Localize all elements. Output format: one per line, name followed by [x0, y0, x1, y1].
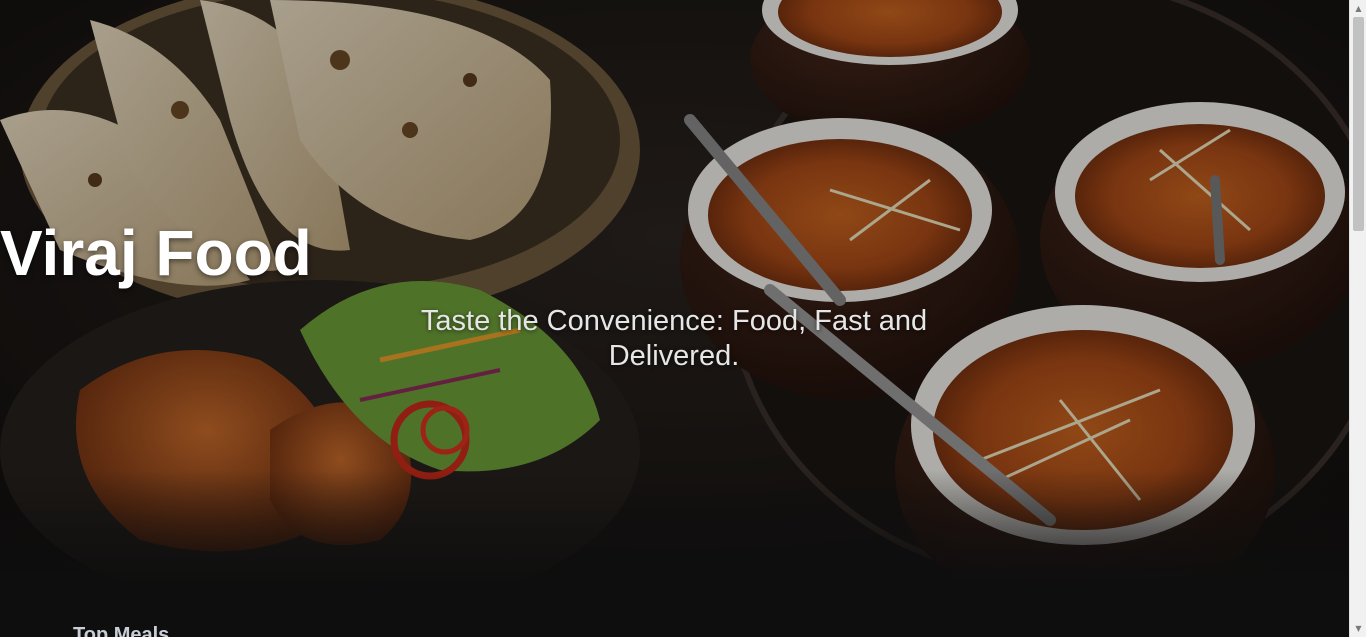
scroll-down-arrow-icon[interactable]: ▼	[1350, 620, 1366, 637]
hero-subtitle: Taste the Convenience: Food, Fast and De…	[420, 305, 928, 372]
hero-title: Viraj Food	[0, 217, 312, 289]
scroll-up-arrow-icon[interactable]: ▲	[1350, 0, 1366, 17]
hero-banner: Viraj Food Taste the Convenience: Food, …	[0, 0, 1349, 590]
top-meals-heading: Top Meals	[73, 624, 170, 637]
vertical-scrollbar[interactable]: ▲ ▼	[1349, 0, 1366, 637]
page: Viraj Food Taste the Convenience: Food, …	[0, 0, 1349, 637]
hero-bottom-fade	[0, 470, 1349, 590]
scrollbar-thumb[interactable]	[1353, 17, 1364, 231]
